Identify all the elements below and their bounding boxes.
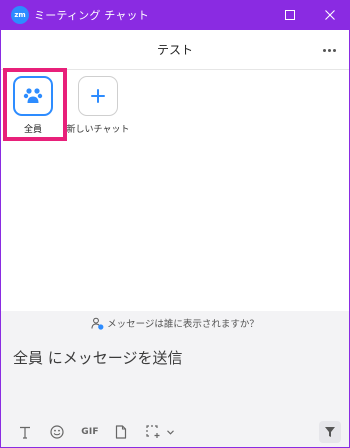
title-bar: zm ミーティング チャット [0,0,350,30]
maximize-icon [285,10,295,20]
visibility-text: メッセージは誰に表示されますか？ [107,319,259,330]
zoom-logo-icon: zm [11,6,29,24]
maximize-button[interactable] [270,0,310,30]
visibility-hint[interactable]: メッセージは誰に表示されますか？ [1,311,349,335]
file-icon [115,425,127,439]
more-tools-button[interactable] [165,422,175,442]
send-button[interactable] [319,421,341,443]
window-title: ミーティング チャット [34,9,149,22]
recipient-label: 全員 [23,125,42,135]
message-input[interactable] [13,345,333,371]
gif-button[interactable]: GIF [77,422,103,442]
screenshot-icon [145,425,159,438]
people-icon [23,88,43,103]
recipient-list: 全員 新しいチャット [1,71,349,151]
file-button[interactable] [111,422,131,442]
chat-title: テスト [156,43,193,57]
text-format-button[interactable] [15,422,35,442]
close-icon [325,10,335,20]
everyone-avatar [13,76,53,116]
text-format-icon [20,426,30,439]
recipient-everyone[interactable]: 全員 [3,76,63,135]
more-options-button[interactable] [319,42,339,58]
message-composer: GIF [1,335,349,447]
new-chat-tile [78,76,118,116]
plus-icon [91,89,105,103]
close-button[interactable] [310,0,350,30]
chat-header: テスト [1,30,349,70]
new-chat-label: 新しいチャット [66,125,130,135]
chevron-down-icon [166,429,174,435]
more-horizontal-icon [322,48,326,52]
emoji-button[interactable] [47,422,67,442]
emoji-icon [50,425,64,439]
person-info-icon [91,317,104,330]
screenshot-button[interactable] [143,422,163,442]
composer-toolbar: GIF [1,421,349,443]
new-chat-button[interactable]: 新しいチャット [63,76,133,135]
send-icon [325,427,335,437]
